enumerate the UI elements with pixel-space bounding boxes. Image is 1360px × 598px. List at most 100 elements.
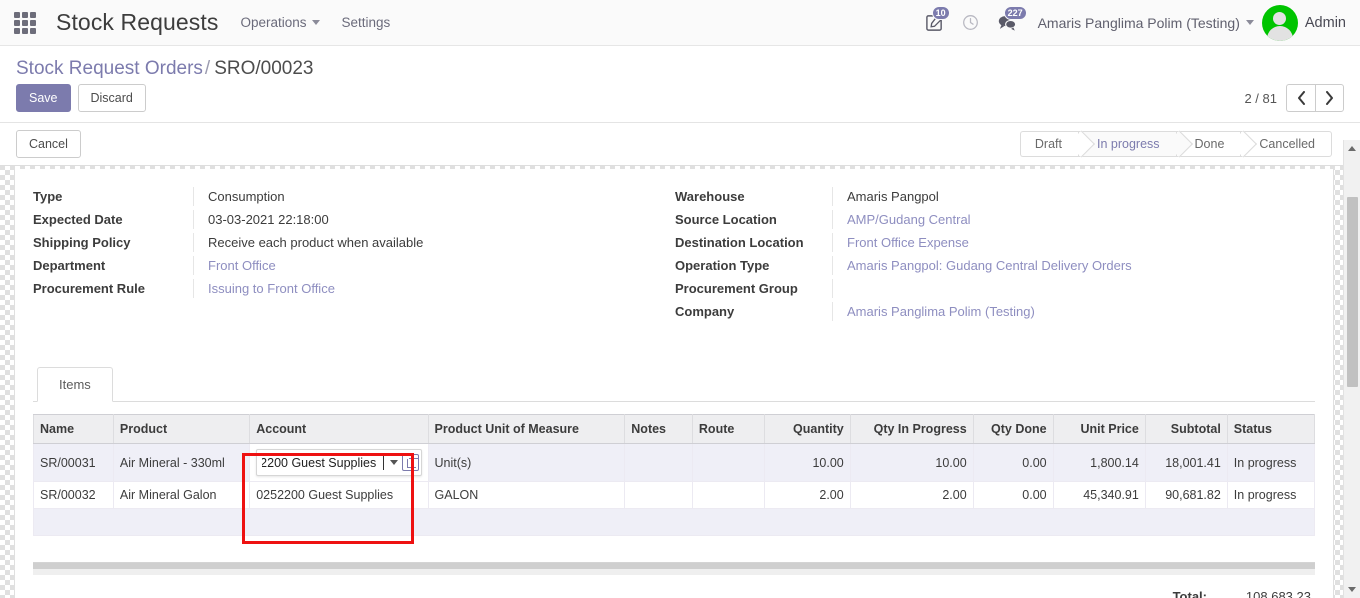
activities-edit-icon[interactable]: 10 [918,5,952,40]
form-sheet: Type Consumption Expected Date 03-03-202… [14,169,1334,598]
cell-product-uom[interactable]: GALON [427,481,626,509]
field-procurement-rule: Procurement Rule Issuing to Front Office [33,279,674,298]
menu-operations[interactable]: Operations [240,15,320,30]
column-header-qty-in-progress[interactable]: Qty In Progress [849,414,974,444]
field-shipping-policy: Shipping Policy Receive each product whe… [33,233,674,252]
account-input[interactable]: 52200 Guest Supplies [262,456,382,470]
column-header-route[interactable]: Route [691,414,765,444]
cell-subtotal[interactable]: 18,001.41 [1144,443,1228,482]
column-header-notes[interactable]: Notes [624,414,693,444]
user-menu[interactable]: Admin [1261,4,1346,41]
pager-previous-button[interactable] [1286,84,1315,112]
column-header-unit-price[interactable]: Unit Price [1052,414,1146,444]
cell-product[interactable]: Air Mineral - 330ml [112,443,251,482]
field-value[interactable]: Consumption [193,187,674,206]
column-header-product-uom[interactable]: Product Unit of Measure [427,414,626,444]
vertical-scrollbar[interactable] [1343,140,1360,598]
field-value[interactable]: 03-03-2021 22:18:00 [193,210,674,229]
statusbar-item-draft[interactable]: Draft [1019,131,1078,157]
cell-qty-done[interactable]: 0.00 [972,443,1054,482]
menu-settings[interactable]: Settings [342,15,391,30]
vertical-scrollbar-thumb[interactable] [1347,197,1358,387]
external-link-icon[interactable] [401,454,419,471]
cell-notes[interactable] [624,443,693,482]
discard-button[interactable]: Discard [77,84,146,112]
control-panel: Stock Request Orders / SRO/00023 Save Disc… [0,46,1360,123]
field-value[interactable]: AMP/Gudang Central [832,210,1315,229]
apps-grid-icon[interactable] [14,11,40,34]
cell-status[interactable]: In progress [1226,443,1316,482]
breadcrumb: Stock Request Orders / SRO/00023 [16,46,1344,84]
field-value[interactable] [832,279,1315,298]
table-row[interactable]: SR/00032 Air Mineral Galon 0252200 Guest… [33,481,1316,509]
field-value[interactable]: Issuing to Front Office [193,279,674,298]
cell-status[interactable]: In progress [1226,481,1316,509]
field-value[interactable]: Amaris Pangpol: Gudang Central Delivery … [832,256,1315,275]
field-type: Type Consumption [33,187,674,206]
field-label: Warehouse [675,189,745,204]
field-value[interactable]: Amaris Pangpol [832,187,1315,206]
notebook: Items Name Product Account Product Unit … [33,367,1316,598]
cell-subtotal[interactable]: 90,681.82 [1144,481,1228,509]
cell-qty-done[interactable]: 0.00 [972,481,1054,509]
cell-name[interactable]: SR/00032 [33,481,114,509]
chevron-down-icon[interactable] [389,460,398,465]
cell-account-editing[interactable]: 52200 Guest Supplies [249,443,429,482]
table-header-row: Name Product Account Product Unit of Mea… [33,414,1316,444]
scroll-down-arrow-icon[interactable] [1344,581,1360,598]
navbar-right-group: 10 227 Amaris Panglima Polim (Testing) A… [918,4,1346,41]
chevron-down-icon [1245,20,1254,25]
tab-items[interactable]: Items [37,367,113,402]
table-row-empty[interactable] [33,508,1315,536]
horizontal-scrollbar-thumb[interactable] [33,563,1315,569]
column-header-account[interactable]: Account [249,414,429,444]
messages-chat-icon[interactable]: 227 [990,5,1027,40]
column-header-quantity[interactable]: Quantity [763,414,851,444]
totals-row: Total: 108,683.23 [33,575,1315,598]
statusbar: Draft In progress Done Cancelled [1019,131,1332,157]
cell-product[interactable]: Air Mineral Galon [112,481,251,509]
breadcrumb-parent[interactable]: Stock Request Orders [16,58,203,79]
notebook-tabs: Items [33,367,1315,402]
cell-unit-price[interactable]: 1,800.14 [1052,443,1146,482]
cell-notes[interactable] [624,481,693,509]
cell-quantity[interactable]: 2.00 [763,481,851,509]
scroll-up-arrow-icon[interactable] [1344,140,1360,157]
breadcrumb-separator: / [204,58,211,79]
cell-product-uom[interactable]: Unit(s) [427,443,626,482]
cell-name[interactable]: SR/00031 [33,443,114,482]
clock-icon[interactable] [954,6,988,40]
field-value[interactable]: Amaris Panglima Polim (Testing) [832,302,1315,321]
text-cursor [382,455,384,470]
cell-qty-in-progress[interactable]: 10.00 [849,443,974,482]
column-header-product[interactable]: Product [112,414,251,444]
company-switcher[interactable]: Amaris Panglima Polim (Testing) [1038,15,1254,31]
cell-unit-price[interactable]: 45,340.91 [1052,481,1146,509]
column-header-subtotal[interactable]: Subtotal [1144,414,1228,444]
column-header-name[interactable]: Name [33,414,114,444]
field-value[interactable]: Front Office Expense [832,233,1315,252]
field-label: Company [675,304,735,319]
cell-qty-in-progress[interactable]: 2.00 [849,481,974,509]
field-value[interactable]: Receive each product when available [193,233,674,252]
table-row[interactable]: SR/00031 Air Mineral - 330ml 52200 Guest… [33,443,1316,482]
pager-next-button[interactable] [1315,84,1344,112]
total-value: 108,683.23 [1245,589,1311,598]
field-procurement-group: Procurement Group [675,279,1315,298]
cancel-button[interactable]: Cancel [16,130,81,158]
form-group-left: Type Consumption Expected Date 03-03-202… [33,187,674,325]
column-header-status[interactable]: Status [1226,414,1316,444]
pager-count: 2 / 81 [1244,90,1277,106]
field-operation-type: Operation Type Amaris Pangpol: Gudang Ce… [675,256,1315,275]
save-button[interactable]: Save [16,84,71,112]
messages-badge: 227 [1003,5,1027,20]
horizontal-scrollbar[interactable] [33,562,1315,575]
cell-route[interactable] [691,481,765,509]
empty-row-cell[interactable] [33,508,1315,536]
cell-route[interactable] [691,443,765,482]
cell-quantity[interactable]: 10.00 [763,443,851,482]
field-value[interactable]: Front Office [193,256,674,275]
column-header-qty-done[interactable]: Qty Done [972,414,1054,444]
cell-account[interactable]: 0252200 Guest Supplies [249,481,429,509]
record-button-row: Save Discard 2 / 81 [16,84,1344,122]
